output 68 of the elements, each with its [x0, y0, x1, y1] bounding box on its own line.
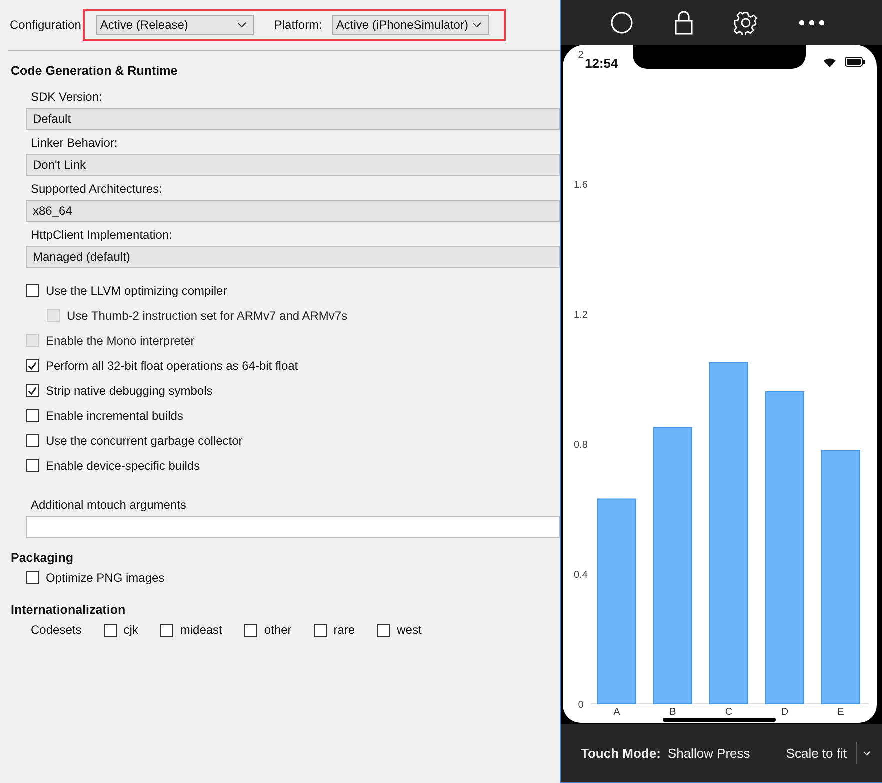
axis-tick-label: 0.4	[574, 570, 588, 581]
checkbox[interactable]	[26, 409, 39, 422]
input-field[interactable]	[26, 516, 560, 538]
category-label: B	[670, 707, 676, 718]
chevron-icon	[472, 22, 482, 28]
checkbox[interactable]	[26, 359, 39, 372]
section-heading: Code Generation & Runtime	[11, 64, 179, 78]
category-label: D	[781, 707, 789, 718]
home-button-icon[interactable]	[610, 10, 634, 34]
field-label: Additional mtouch arguments	[31, 498, 188, 512]
checkbox[interactable]	[26, 384, 39, 397]
settings-icon[interactable]	[734, 10, 758, 34]
checkbox[interactable]	[26, 284, 39, 297]
checkbox-label: Use Thumb-2 instruction set for ARMv7 and ARMv7s	[67, 308, 348, 322]
checkbox-label: rare	[334, 623, 356, 637]
status-time: 12:54	[585, 56, 618, 71]
dropdown-field[interactable]: x86_64	[26, 200, 560, 222]
scale-dropdown[interactable]: Scale to fit	[786, 746, 847, 760]
checkbox[interactable]	[26, 459, 39, 472]
checkbox-label: Enable the Mono interpreter	[46, 334, 195, 348]
checkbox[interactable]	[26, 434, 39, 447]
chevron-icon[interactable]	[863, 750, 871, 756]
more-icon[interactable]	[798, 18, 826, 26]
configuration-dropdown[interactable]: Active (Release)	[96, 15, 254, 35]
checkbox-label: Strip native debugging symbols	[46, 384, 213, 398]
section-heading: Packaging	[11, 551, 75, 565]
axis-tick-label: 1.6	[574, 180, 588, 191]
axis-tick-label: 2	[578, 50, 584, 61]
checkbox[interactable]	[160, 624, 174, 636]
wifi-icon	[823, 57, 837, 68]
dropdown-field[interactable]: Default	[26, 108, 560, 130]
platform-label: Platform:	[274, 18, 322, 32]
checkbox-label: Perform all 32-bit float operations as 64-bit float	[46, 358, 298, 372]
section-heading: Internationalization	[11, 603, 127, 617]
axis-tick-label: 0.8	[574, 440, 588, 451]
checkbox-label: Use the concurrent garbage collector	[46, 434, 243, 448]
checkbox-label: Enable incremental builds	[46, 408, 184, 422]
dropdown-field[interactable]: Don't Link	[26, 154, 560, 176]
checkbox[interactable]	[377, 624, 390, 636]
category-label: E	[838, 707, 844, 718]
checkbox-label: other	[264, 623, 292, 637]
checkbox-label: Use the LLVM optimizing compiler	[46, 284, 228, 298]
field-label: SDK Version:	[31, 90, 104, 104]
checkbox-label: Optimize PNG images	[46, 570, 165, 584]
category-label: C	[725, 707, 733, 718]
checkbox-label: cjk	[124, 623, 138, 637]
checkbox-label: mideast	[180, 623, 222, 637]
axis-tick-label: 1.2	[574, 310, 588, 321]
axis-tick-label: 0	[578, 700, 584, 711]
checkbox[interactable]	[314, 624, 327, 636]
checkbox[interactable]	[104, 624, 117, 636]
platform-dropdown[interactable]: Active (iPhoneSimulator)	[332, 15, 490, 35]
checkbox-label: Enable device-specific builds	[46, 458, 200, 472]
dropdown-field[interactable]: Managed (default)	[26, 246, 560, 268]
checkbox-label: west	[397, 623, 422, 637]
lock-icon[interactable]	[674, 10, 694, 34]
touch-mode-value[interactable]: Shallow Press	[668, 746, 750, 760]
chevron-icon	[237, 22, 248, 28]
field-label: HttpClient Implementation:	[31, 228, 174, 242]
configuration-label: Configuration	[10, 18, 82, 32]
field-label: Supported Architectures:	[31, 182, 164, 196]
checkbox[interactable]	[26, 571, 39, 584]
category-label: A	[614, 707, 620, 718]
codesets-label: Codesets	[31, 623, 82, 637]
field-label: Linker Behavior:	[31, 136, 119, 150]
checkbox[interactable]	[244, 624, 258, 636]
battery-icon	[845, 57, 865, 67]
touch-mode-label: Touch Mode:	[581, 746, 661, 760]
